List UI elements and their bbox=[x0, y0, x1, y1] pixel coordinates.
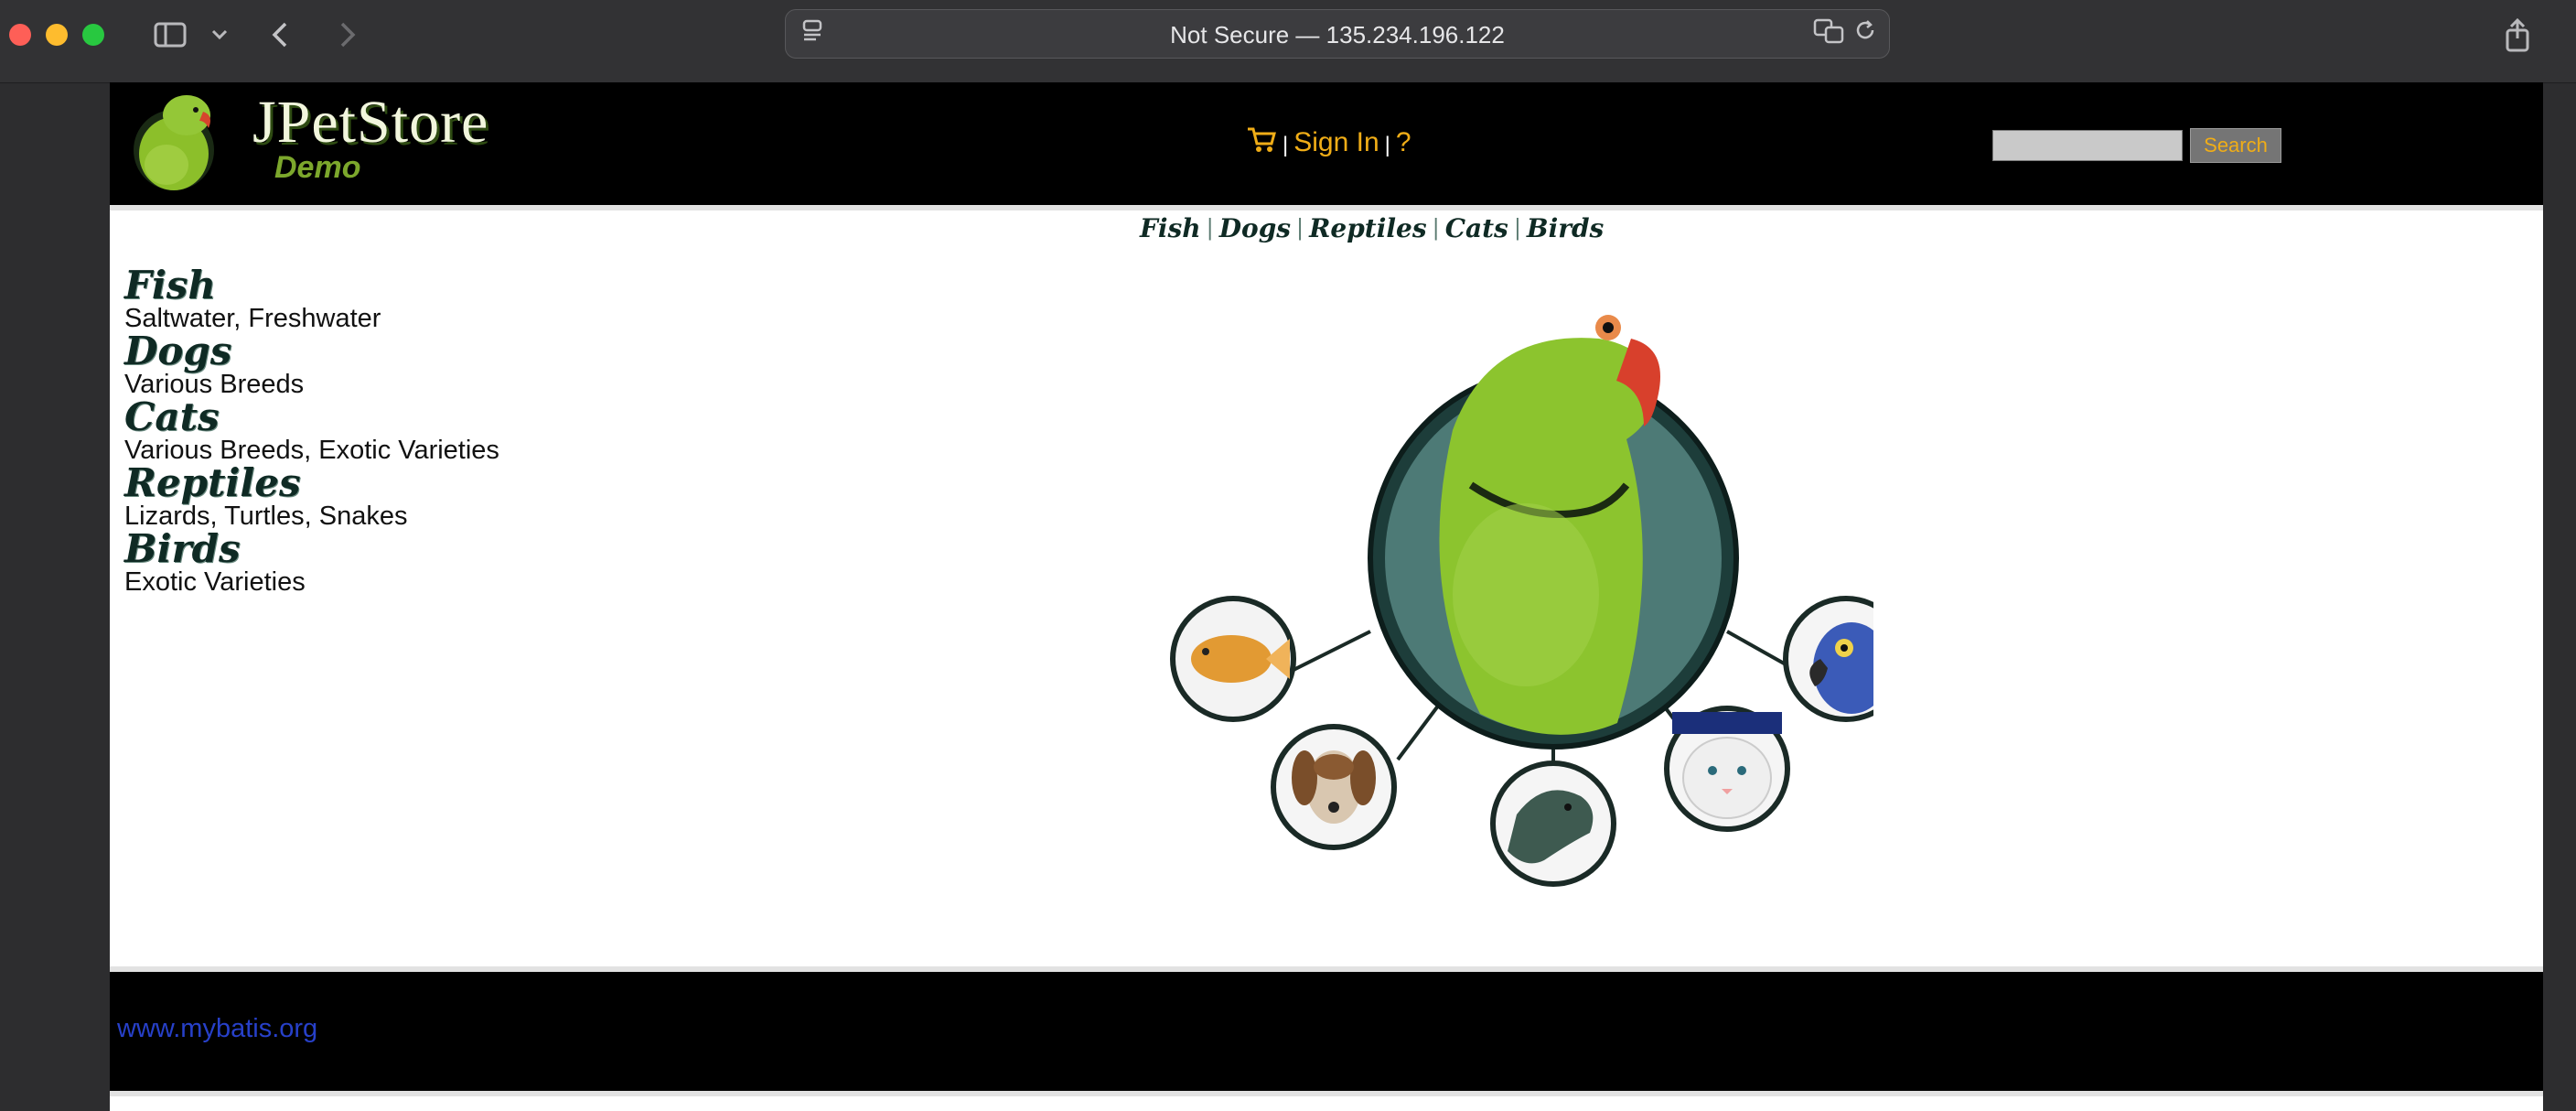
browser-toolbar: Not Secure — 135.234.196.122 bbox=[0, 0, 2576, 83]
mybatis-link[interactable]: www.mybatis.org bbox=[117, 1014, 317, 1044]
quick-links: Fish | Dogs | Reptiles | Cats | Birds bbox=[1140, 210, 1604, 245]
category-dogs: Dogs Various Breeds bbox=[124, 331, 673, 399]
address-bar[interactable]: Not Secure — 135.234.196.122 bbox=[785, 9, 1890, 59]
category-description: Saltwater, Freshwater bbox=[124, 304, 381, 333]
category-birds: Birds Exotic Varieties bbox=[124, 529, 673, 597]
category-title[interactable]: Cats bbox=[124, 397, 673, 437]
site-footer: www.mybatis.org bbox=[110, 966, 2543, 1096]
parrot-logo-icon bbox=[134, 95, 214, 190]
menu-separator: | bbox=[1384, 133, 1390, 157]
dog-image[interactable] bbox=[1271, 724, 1397, 850]
bird-hub-image[interactable] bbox=[1368, 315, 1739, 750]
forward-arrow-icon[interactable] bbox=[329, 16, 362, 53]
quicklink-fish[interactable]: Fish bbox=[1140, 213, 1201, 243]
close-window-button[interactable] bbox=[9, 24, 31, 46]
category-sidebar: Fish Saltwater, Freshwater Dogs Various … bbox=[124, 265, 673, 597]
site-header: JPetStore Demo | Sign In | ? Search bbox=[110, 82, 2543, 210]
macaw-image[interactable] bbox=[1783, 596, 1873, 722]
maximize-window-button[interactable] bbox=[82, 24, 104, 46]
category-title[interactable]: Birds bbox=[124, 529, 673, 569]
chevron-down-icon[interactable] bbox=[207, 16, 232, 53]
menu-separator: | bbox=[1283, 133, 1289, 157]
address-text: Not Secure — 135.234.196.122 bbox=[1170, 21, 1505, 49]
quicklink-separator: | bbox=[1296, 215, 1304, 241]
quicklink-separator: | bbox=[1206, 215, 1214, 241]
category-description: Various Breeds bbox=[124, 370, 305, 399]
cat-image[interactable] bbox=[1664, 706, 1790, 832]
quicklink-birds[interactable]: Birds bbox=[1527, 213, 1604, 243]
translate-icon[interactable] bbox=[1810, 16, 1847, 53]
category-description: Lizards, Turtles, Snakes bbox=[124, 502, 408, 531]
reload-icon[interactable] bbox=[1847, 16, 1884, 53]
minimize-window-button[interactable] bbox=[46, 24, 68, 46]
help-link[interactable]: ? bbox=[1396, 127, 1411, 158]
category-cats: Cats Various Breeds, Exotic Varieties bbox=[124, 397, 673, 465]
fish-image[interactable] bbox=[1170, 596, 1296, 722]
quicklink-cats[interactable]: Cats bbox=[1445, 213, 1508, 243]
search-input[interactable] bbox=[1992, 130, 2183, 161]
quicklink-separator: | bbox=[1432, 215, 1440, 241]
logo-title: JPetStore bbox=[252, 89, 489, 156]
quicklink-separator: | bbox=[1513, 215, 1521, 241]
category-title[interactable]: Reptiles bbox=[124, 463, 673, 503]
web-page: JPetStore Demo | Sign In | ? Search Fish… bbox=[110, 82, 2543, 1111]
category-title[interactable]: Dogs bbox=[124, 331, 673, 372]
quicklink-dogs[interactable]: Dogs bbox=[1219, 213, 1291, 243]
category-image-map bbox=[1123, 265, 1873, 1016]
category-fish: Fish Saltwater, Freshwater bbox=[124, 265, 673, 333]
category-title[interactable]: Fish bbox=[124, 265, 673, 306]
jpetstore-logo[interactable]: JPetStore Demo bbox=[126, 86, 529, 196]
category-reptiles: Reptiles Lizards, Turtles, Snakes bbox=[124, 463, 673, 531]
sign-in-link[interactable]: Sign In bbox=[1293, 127, 1379, 158]
reptile-image[interactable] bbox=[1490, 760, 1616, 887]
logo-subtitle: Demo bbox=[274, 150, 361, 185]
search-button[interactable]: Search bbox=[2190, 128, 2281, 163]
back-arrow-icon[interactable] bbox=[265, 16, 298, 53]
category-description: Various Breeds, Exotic Varieties bbox=[124, 436, 499, 465]
sidebar-toggle-icon[interactable] bbox=[150, 16, 190, 53]
category-description: Exotic Varieties bbox=[124, 567, 306, 597]
share-icon[interactable] bbox=[2497, 16, 2538, 53]
cart-icon[interactable] bbox=[1246, 125, 1277, 160]
quicklink-reptiles[interactable]: Reptiles bbox=[1309, 213, 1426, 243]
header-menu: | Sign In | ? bbox=[1246, 124, 1411, 161]
